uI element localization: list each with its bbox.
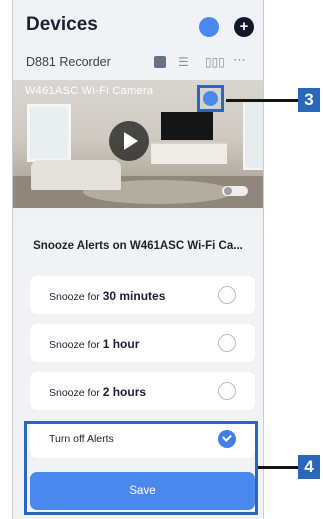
radio-button[interactable] — [218, 286, 236, 304]
room-sofa-image — [31, 160, 121, 190]
grid-icon[interactable]: ▯▯▯ — [205, 56, 225, 68]
snooze-option-30-minutes[interactable]: Snooze for 30 minutes — [30, 276, 255, 314]
room-window-image — [243, 100, 263, 170]
callout-leader-line — [258, 466, 298, 469]
callout-leader-line — [226, 99, 298, 102]
more-icon[interactable]: ⋯ — [233, 54, 251, 68]
view-toggle[interactable] — [222, 186, 248, 196]
add-device-button[interactable]: + — [234, 17, 254, 37]
snooze-bell-highlight — [197, 85, 224, 112]
turn-off-alerts-highlight — [24, 421, 258, 515]
device-name: D881 Recorder — [26, 55, 111, 69]
bell-icon[interactable] — [203, 91, 218, 106]
sheet-title: Snooze Alerts on W461ASC Wi-Fi Ca... — [33, 240, 243, 252]
room-cabinet-image — [151, 142, 227, 164]
list-icon[interactable]: ☰ — [178, 56, 194, 68]
snooze-option-1-hour[interactable]: Snooze for 1 hour — [30, 324, 255, 362]
playback-icon[interactable] — [154, 56, 166, 68]
option-label: Snooze for 30 minutes — [49, 289, 166, 303]
alerts-bell-icon[interactable] — [199, 17, 219, 37]
devices-header: Devices + D881 Recorder ☰ ▯▯▯ ⋯ — [13, 0, 263, 82]
device-row[interactable]: D881 Recorder ☰ ▯▯▯ ⋯ — [13, 52, 263, 74]
room-window-image — [27, 104, 71, 162]
radio-button[interactable] — [218, 382, 236, 400]
option-label: Snooze for 2 hours — [49, 385, 147, 399]
callout-number-4: 4 — [298, 455, 320, 479]
snooze-option-2-hours[interactable]: Snooze for 2 hours — [30, 372, 255, 410]
radio-button[interactable] — [218, 334, 236, 352]
room-tv-image — [161, 112, 213, 140]
option-label: Snooze for 1 hour — [49, 337, 140, 351]
page-title: Devices — [26, 14, 98, 35]
callout-number-3: 3 — [298, 88, 320, 112]
play-icon[interactable] — [109, 121, 149, 161]
camera-name: W461ASC Wi-Fi Camera — [25, 85, 154, 97]
